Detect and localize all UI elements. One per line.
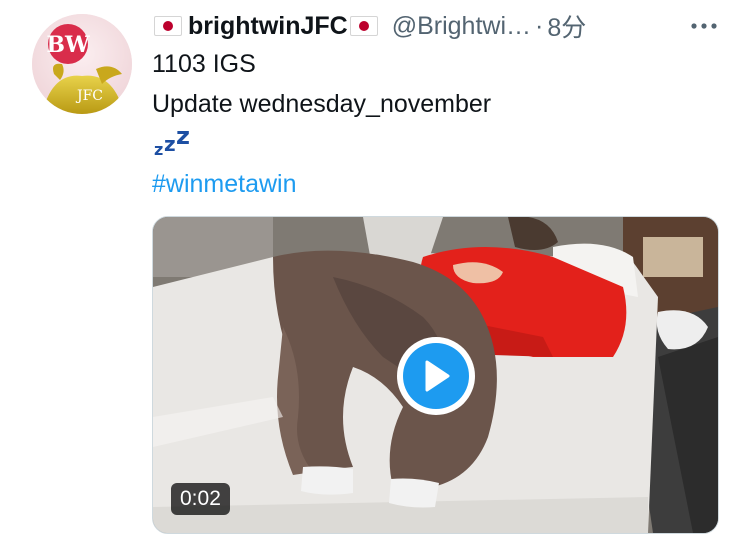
avatar-logo-text: BW [46, 32, 90, 58]
avatar-logo-subtext: JFC [75, 88, 103, 104]
hashtag-link[interactable]: #winmetawin [152, 166, 720, 202]
tweet-text-line-2: Update wednesday_november [152, 90, 492, 118]
avatar[interactable]: BW JFC [32, 14, 132, 114]
author-display-name[interactable]: brightwinJFC [188, 12, 348, 41]
play-button[interactable] [397, 337, 475, 415]
tweet-timestamp[interactable]: 8分 [547, 8, 586, 44]
tweet[interactable]: BW JFC brightwinJFC @Brightwi… · 8分 1103… [0, 0, 750, 546]
tweet-header: brightwinJFC @Brightwi… · 8分 [152, 6, 720, 46]
japan-flag-icon [154, 16, 182, 36]
video-duration-badge: 0:02 [171, 483, 230, 515]
japan-flag-icon [349, 16, 378, 36]
video-player[interactable]: 0:02 [152, 216, 719, 534]
play-icon [425, 360, 450, 392]
tweet-content: brightwinJFC @Brightwi… · 8分 1103 IGS Up… [152, 6, 720, 202]
author-handle[interactable]: @Brightwi… [392, 12, 531, 41]
sleeping-emoji-icon: z z z [154, 122, 190, 159]
avatar-image: BW JFC [32, 14, 132, 114]
time-separator: · [535, 11, 544, 40]
tweet-text-line-1: 1103 IGS [152, 50, 256, 78]
more-options-icon[interactable] [688, 14, 720, 38]
